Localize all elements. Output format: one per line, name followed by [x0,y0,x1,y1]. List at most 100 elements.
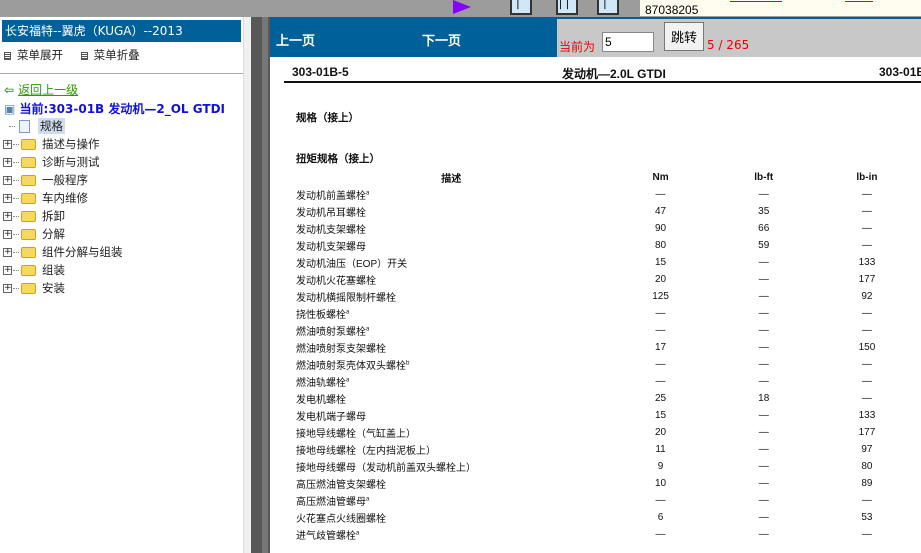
main-panel: 上一页 下一页 当前为 跳转 5 / 265 303-01B-5 发动机—2.0… [270,17,921,553]
lbin-cell: 53 [813,509,921,526]
col-header: lb-ft [715,169,813,186]
folder-icon [21,265,36,276]
row-desc: 发电机端子螺母 [292,407,606,424]
col-header: 描述 [292,169,606,186]
lbin-cell: — [813,526,921,543]
table-row: 发动机支架螺栓9066— [292,220,921,237]
folder-icon [21,211,36,222]
doc-code: 303-01B-5 [292,65,349,79]
sidebar-scrollbar[interactable] [243,17,251,553]
table-row: 发动机火花塞螺栓20—177 [292,271,921,288]
list-icon [4,52,11,60]
row-desc: 发动机前盖螺栓a [292,186,606,203]
splitter[interactable] [251,17,270,553]
footnote-mark: a [366,191,369,197]
footnote-mark: a [346,310,349,316]
expand-icon[interactable]: + [3,212,12,221]
lbin-cell: — [813,373,921,390]
tree-label: 描述与操作 [42,136,100,152]
row-desc: 接地母线螺栓（左内挡泥板上） [292,441,606,458]
page-input[interactable] [602,32,654,52]
tree-item-spec[interactable]: 规格 [4,117,123,135]
nm-cell: 20 [606,271,714,288]
tree: 规格 +描述与操作+诊断与测试+一般程序+车内维修+拆卸+分解+组件分解与组装+… [4,117,123,297]
lbin-cell: — [813,237,921,254]
expand-icon[interactable]: + [3,176,12,185]
table-row: 接地母线螺母（发动机前盖双头螺栓上）9—80 [292,458,921,475]
expand-icon[interactable]: + [3,248,12,257]
expand-icon[interactable]: + [3,140,12,149]
nm-cell: — [606,356,714,373]
lbin-cell: 92 [813,288,921,305]
tree-item[interactable]: + 组件分解与组装 [3,243,123,261]
current-page-label: 当前为 [559,38,595,55]
split-view-button[interactable]: ▏▏ [556,0,578,15]
desc-text: 发动机支架螺栓 [296,225,366,236]
tree-label: 组件分解与组装 [42,244,123,260]
expand-icon[interactable]: + [3,158,12,167]
table-row: 火花塞点火线圈螺栓6—53 [292,509,921,526]
tree-item[interactable]: + 诊断与测试 [3,153,123,171]
table-row: 接地母线螺栓（左内挡泥板上）11—97 [292,441,921,458]
back-arrow-icon: ⇦ [4,83,14,97]
expand-icon[interactable]: + [3,266,12,275]
table-row: 高压燃油管螺母a——— [292,492,921,509]
tree-label: 诊断与测试 [42,154,100,170]
nm-cell: — [606,526,714,543]
lbft-cell: — [715,339,813,356]
nm-cell: 9 [606,458,714,475]
first-page-button[interactable]: ▏ [510,0,532,15]
lbft-cell: — [715,288,813,305]
row-desc: 燃油喷射泵壳体双头螺栓b [292,356,606,373]
tree-item[interactable]: + 描述与操作 [3,135,123,153]
tree-label: 拆卸 [42,208,65,224]
last-page-button[interactable]: ▏ [597,0,619,15]
tree-item[interactable]: + 安装 [3,279,123,297]
tree-label: 分解 [42,226,65,242]
lbin-cell: 97 [813,441,921,458]
next-page-link[interactable]: 下一页 [422,30,461,49]
row-desc: 接地导线螺栓（气缸盖上） [292,424,606,441]
expand-menu-button[interactable]: 菜单展开 [4,48,63,62]
tree-label: 一般程序 [42,172,88,188]
jump-button[interactable]: 跳转 [664,22,704,51]
tree-item[interactable]: +车内维修 [3,189,123,207]
table-row: 发电机端子螺母15—133 [292,407,921,424]
row-desc: 接地母线螺母（发动机前盖双头螺栓上） [292,458,606,475]
lbin-cell: — [813,203,921,220]
lbft-cell: — [715,186,813,203]
tree-item[interactable]: +组装 [3,261,123,279]
expand-icon[interactable]: + [3,284,12,293]
nm-cell: 25 [606,390,714,407]
nm-cell: 6 [606,509,714,526]
prev-page-link[interactable]: 上一页 [276,30,315,49]
lbft-cell: — [715,424,813,441]
tree-item[interactable]: + 分解 [3,225,123,243]
footnote-mark: b [406,361,409,367]
lbin-cell: — [813,492,921,509]
tree-label: 安装 [42,280,65,296]
tree-label: 规格 [38,118,65,134]
desc-text: 高压燃油管支架螺栓 [296,480,386,491]
lbft-cell: — [715,458,813,475]
header-rule [284,81,921,83]
collapse-menu-button[interactable]: 菜单折叠 [81,48,140,62]
row-desc: 高压燃油管支架螺栓 [292,475,606,492]
tree-item[interactable]: + 拆卸 [3,207,123,225]
play-icon[interactable] [453,0,471,14]
nm-cell: 125 [606,288,714,305]
expand-icon[interactable]: + [3,230,12,239]
table-row: 高压燃油管支架螺栓10—89 [292,475,921,492]
current-label: 当前:303-01B 发动机—2_OL GTDI [20,102,225,116]
lbin-cell: 89 [813,475,921,492]
row-desc: 挠性板螺栓a [292,305,606,322]
desc-text: 燃油轨螺栓 [296,378,346,389]
desc-text: 发动机吊耳螺栓 [296,208,366,219]
lbft-cell: 35 [715,203,813,220]
lbft-cell: — [715,322,813,339]
lbft-cell: — [715,373,813,390]
tree-item[interactable]: + 一般程序 [3,171,123,189]
back-link[interactable]: ⇦返回上一级 [4,81,78,98]
table-row: 接地导线螺栓（气缸盖上）20—177 [292,424,921,441]
expand-icon[interactable]: + [3,194,12,203]
